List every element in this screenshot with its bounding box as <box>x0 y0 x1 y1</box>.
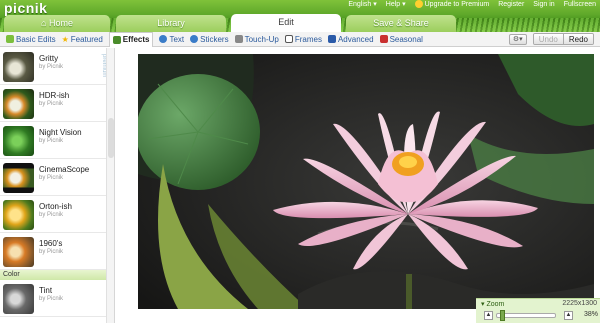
basic-edits-icon <box>6 35 14 43</box>
language-menu[interactable]: English ▾ <box>348 0 376 9</box>
zoom-label: ▾ Zoom <box>481 301 505 308</box>
edited-photo[interactable] <box>138 54 594 309</box>
fullscreen-link[interactable]: Fullscreen <box>564 0 596 9</box>
orton-thumbnail <box>3 200 34 230</box>
night-vision-thumbnail <box>3 126 34 156</box>
main-tabs: ⌂ Home Library Edit Save & Share <box>0 14 600 32</box>
star-icon: ★ <box>61 34 69 44</box>
zoom-out-button[interactable]: ▲ <box>484 311 493 320</box>
text-icon <box>159 35 168 43</box>
history-controls: ⚙▾ Undo Redo <box>508 33 594 45</box>
tab-edit[interactable]: Edit <box>231 14 341 32</box>
lotus-photo-image <box>138 54 594 309</box>
tab-library[interactable]: Library <box>116 15 226 32</box>
stickers-icon <box>190 35 199 43</box>
register-link[interactable]: Register <box>498 0 524 9</box>
gritty-thumbnail <box>3 52 34 82</box>
effect-item-hdr-ish[interactable]: HDR-ish by Picnik <box>0 85 114 122</box>
top-links: English ▾ Help ▾ Upgrade to Premium Regi… <box>348 0 596 9</box>
effect-item-night-vision[interactable]: Night Vision by Picnik <box>0 122 114 159</box>
tool-advanced[interactable]: Advanced <box>327 35 374 44</box>
color-section-header[interactable]: Color <box>0 270 114 280</box>
scrollbar-thumb[interactable] <box>108 118 114 158</box>
zoom-in-button[interactable]: ▲ <box>564 311 573 320</box>
photo-canvas-area <box>116 48 600 323</box>
tool-basic-edits[interactable]: Basic Edits <box>6 35 56 44</box>
zoom-slider[interactable] <box>496 313 556 318</box>
effects-sidebar: Gritty by Picnik premium HDR-ish by Picn… <box>0 48 115 323</box>
sidebar-scrollbar[interactable] <box>106 48 114 323</box>
hdr-thumbnail <box>3 89 34 119</box>
top-bar: picnik English ▾ Help ▾ Upgrade to Premi… <box>0 0 600 32</box>
edit-toolbar: Basic Edits ★ Featured Effects Text Stick… <box>0 31 600 47</box>
touch-up-icon <box>234 35 243 43</box>
tool-frames[interactable]: Frames <box>284 35 322 44</box>
tool-touch-up[interactable]: Touch-Up <box>234 35 279 44</box>
1960s-thumbnail <box>3 237 34 267</box>
upgrade-link[interactable]: Upgrade to Premium <box>414 0 489 9</box>
tool-stickers[interactable]: Stickers <box>190 35 229 44</box>
gear-menu-button[interactable]: ⚙▾ <box>508 33 527 45</box>
redo-button[interactable]: Redo <box>563 34 593 44</box>
tint-thumbnail <box>3 284 34 314</box>
undo-redo-group: Undo Redo <box>532 33 594 45</box>
effects-icon <box>112 35 121 44</box>
zoom-slider-handle[interactable] <box>500 310 505 321</box>
tab-save-share[interactable]: Save & Share <box>346 15 456 32</box>
effect-item-cinemascope[interactable]: CinemaScope by Picnik <box>0 159 114 196</box>
tool-featured[interactable]: ★ Featured <box>62 35 103 44</box>
tab-home[interactable]: ⌂ Home <box>4 15 110 32</box>
frames-icon <box>284 35 293 43</box>
cinemascope-thumbnail <box>3 163 34 193</box>
help-menu[interactable]: Help ▾ <box>386 0 406 9</box>
effect-item-orton-ish[interactable]: Orton-ish by Picnik <box>0 196 114 233</box>
advanced-icon <box>327 35 336 43</box>
tool-text[interactable]: Text <box>159 35 184 44</box>
zoom-panel: ▾ Zoom 2225x1300 ▲ ▲ 38% <box>476 298 600 323</box>
effect-item-tint[interactable]: Tint by Picnik <box>0 280 114 317</box>
tool-effects[interactable]: Effects <box>108 31 154 47</box>
effect-item-1960s[interactable]: 1960's by Picnik <box>0 233 114 270</box>
zoom-percent: 38% <box>583 311 598 318</box>
seasonal-icon <box>379 35 388 43</box>
sun-icon <box>414 0 423 9</box>
effect-item-gritty[interactable]: Gritty by Picnik premium <box>0 48 114 85</box>
undo-button[interactable]: Undo <box>533 34 564 44</box>
image-dimensions: 2225x1300 <box>562 300 597 307</box>
signin-link[interactable]: Sign in <box>533 0 554 9</box>
tool-seasonal[interactable]: Seasonal <box>379 35 423 44</box>
